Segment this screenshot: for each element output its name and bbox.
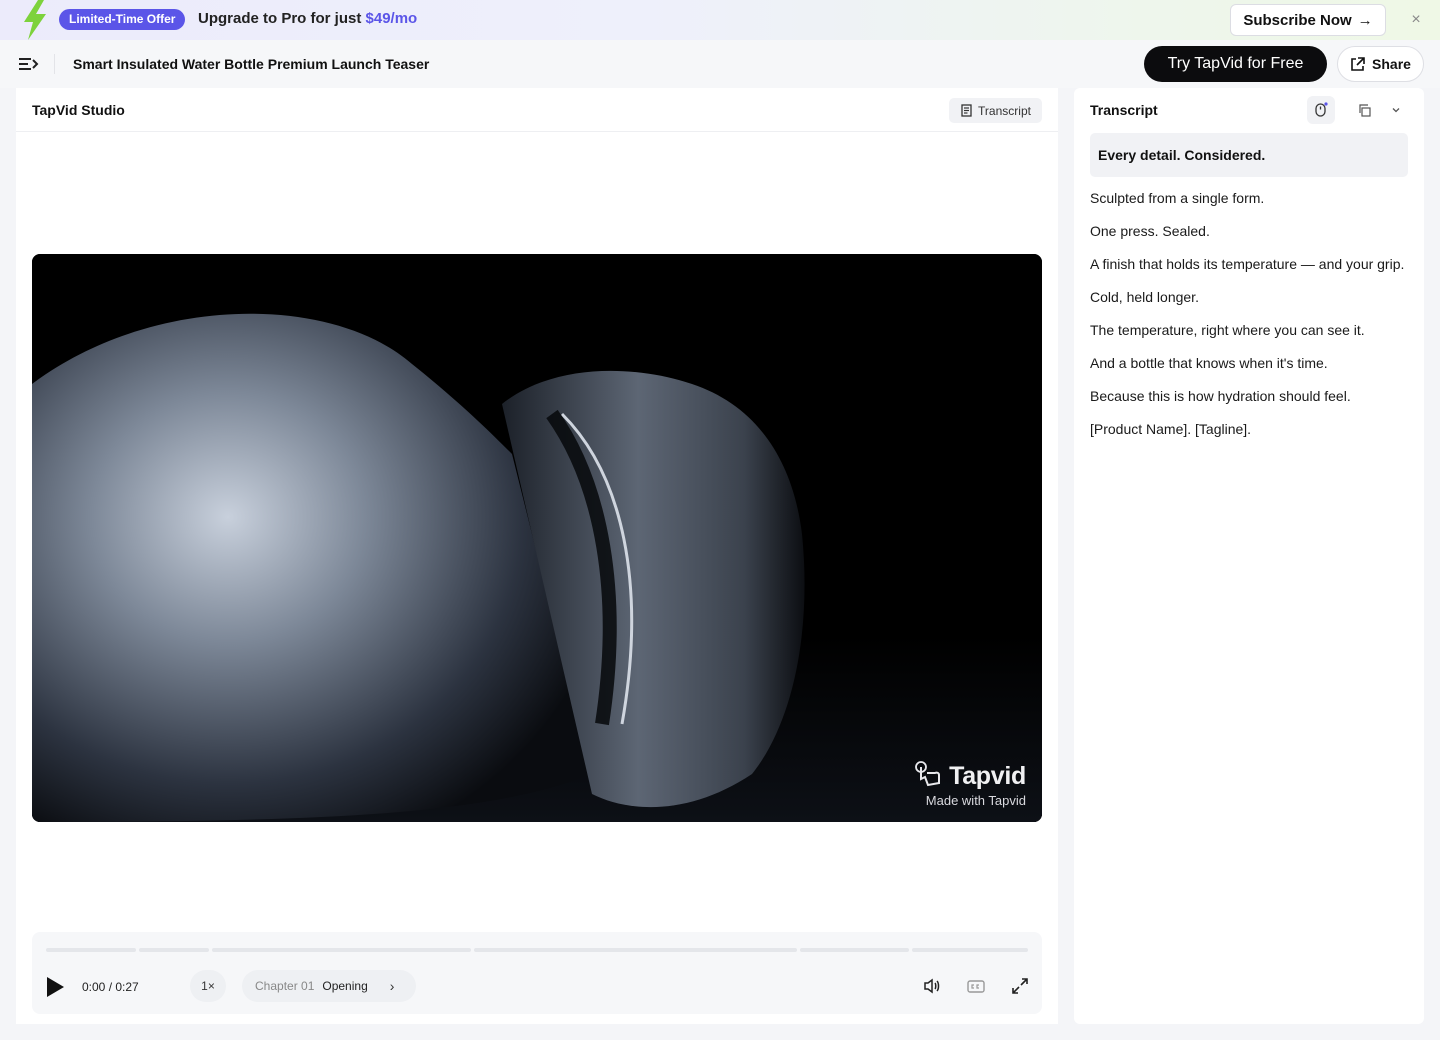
time-display: 0:00 / 0:27 <box>82 980 139 994</box>
arrow-right-icon: → <box>1357 11 1373 29</box>
chevron-down-icon <box>1392 108 1400 113</box>
transcript-active-line[interactable]: Every detail. Considered. <box>1090 133 1408 177</box>
chapter-segment[interactable] <box>912 948 1028 952</box>
transcript-icon <box>961 104 972 117</box>
copy-icon <box>1358 103 1371 117</box>
divider <box>54 54 55 74</box>
play-icon[interactable] <box>44 976 66 998</box>
video-frame <box>32 254 1042 822</box>
progress-track[interactable] <box>46 948 1028 952</box>
sidebar-toggle-icon[interactable] <box>18 54 40 74</box>
chapter-number: Chapter 01 <box>255 979 315 993</box>
studio-panel: TapVid Studio Transcript Tapvid Made wit… <box>16 88 1058 1024</box>
transcript-title: Transcript <box>1090 102 1158 118</box>
fullscreen-icon[interactable] <box>1010 976 1030 996</box>
transcript-line[interactable]: Because this is how hydration should fee… <box>1090 386 1408 407</box>
collapse-button[interactable] <box>1382 96 1410 124</box>
transcript-line[interactable]: Cold, held longer. <box>1090 287 1408 308</box>
studio-header: TapVid Studio Transcript <box>16 88 1058 132</box>
close-icon[interactable]: × <box>1406 10 1426 30</box>
chapter-segment[interactable] <box>46 948 136 952</box>
watermark: Tapvid Made with Tapvid <box>913 761 1026 808</box>
chapter-segment[interactable] <box>799 948 910 952</box>
video-player[interactable]: Tapvid Made with Tapvid <box>32 254 1042 822</box>
auto-scroll-button[interactable] <box>1307 96 1335 124</box>
promo-banner: Limited-Time Offer Upgrade to Pro for ju… <box>0 0 1440 40</box>
header-bar: Smart Insulated Water Bottle Premium Lau… <box>0 40 1440 88</box>
player-controls: 0:00 / 0:27 1× Chapter 01 Opening › <box>32 932 1042 1014</box>
transcript-lines: Sculpted from a single form. One press. … <box>1090 188 1408 452</box>
subscribe-now-button[interactable]: Subscribe Now → <box>1230 4 1386 36</box>
volume-icon[interactable] <box>922 976 942 996</box>
copy-button[interactable] <box>1350 96 1378 124</box>
promo-price: $49/mo <box>365 10 418 27</box>
promo-text: Upgrade to Pro for just $49/mo <box>198 10 418 27</box>
transcript-line[interactable]: One press. Sealed. <box>1090 221 1408 242</box>
lightning-bolt-icon <box>24 0 46 40</box>
transcript-panel: Transcript Every detail. Considered. Scu… <box>1074 88 1424 1024</box>
speed-button[interactable]: 1× <box>190 970 226 1002</box>
chapter-segment[interactable] <box>211 948 471 952</box>
tap-hand-icon <box>915 761 941 787</box>
chevron-right-icon: › <box>389 978 395 994</box>
page-title: Smart Insulated Water Bottle Premium Lau… <box>73 56 430 72</box>
try-tapvid-button[interactable]: Try TapVid for Free <box>1144 46 1327 82</box>
chapter-segment[interactable] <box>473 948 797 952</box>
chapter-selector[interactable]: Chapter 01 Opening › <box>242 970 416 1002</box>
transcript-line[interactable]: Sculpted from a single form. <box>1090 188 1408 209</box>
mouse-icon <box>1315 102 1328 117</box>
transcript-line[interactable]: [Product Name]. [Tagline]. <box>1090 419 1408 440</box>
transcript-line[interactable]: And a bottle that knows when it's time. <box>1090 353 1408 374</box>
transcript-toggle-button[interactable]: Transcript <box>949 98 1042 123</box>
share-button[interactable]: Share <box>1337 46 1424 82</box>
watermark-caption: Made with Tapvid <box>925 793 1026 808</box>
transcript-line[interactable]: The temperature, right where you can see… <box>1090 320 1408 341</box>
tapvid-logo: Tapvid <box>913 761 1026 791</box>
chapter-label: Opening <box>322 979 368 993</box>
offer-badge: Limited-Time Offer <box>59 9 186 30</box>
transcript-line[interactable]: A finish that holds its temperature — an… <box>1090 254 1408 275</box>
captions-icon[interactable] <box>966 976 986 996</box>
chapter-segment[interactable] <box>138 948 209 952</box>
studio-title: TapVid Studio <box>32 102 125 118</box>
share-icon <box>1351 56 1365 71</box>
